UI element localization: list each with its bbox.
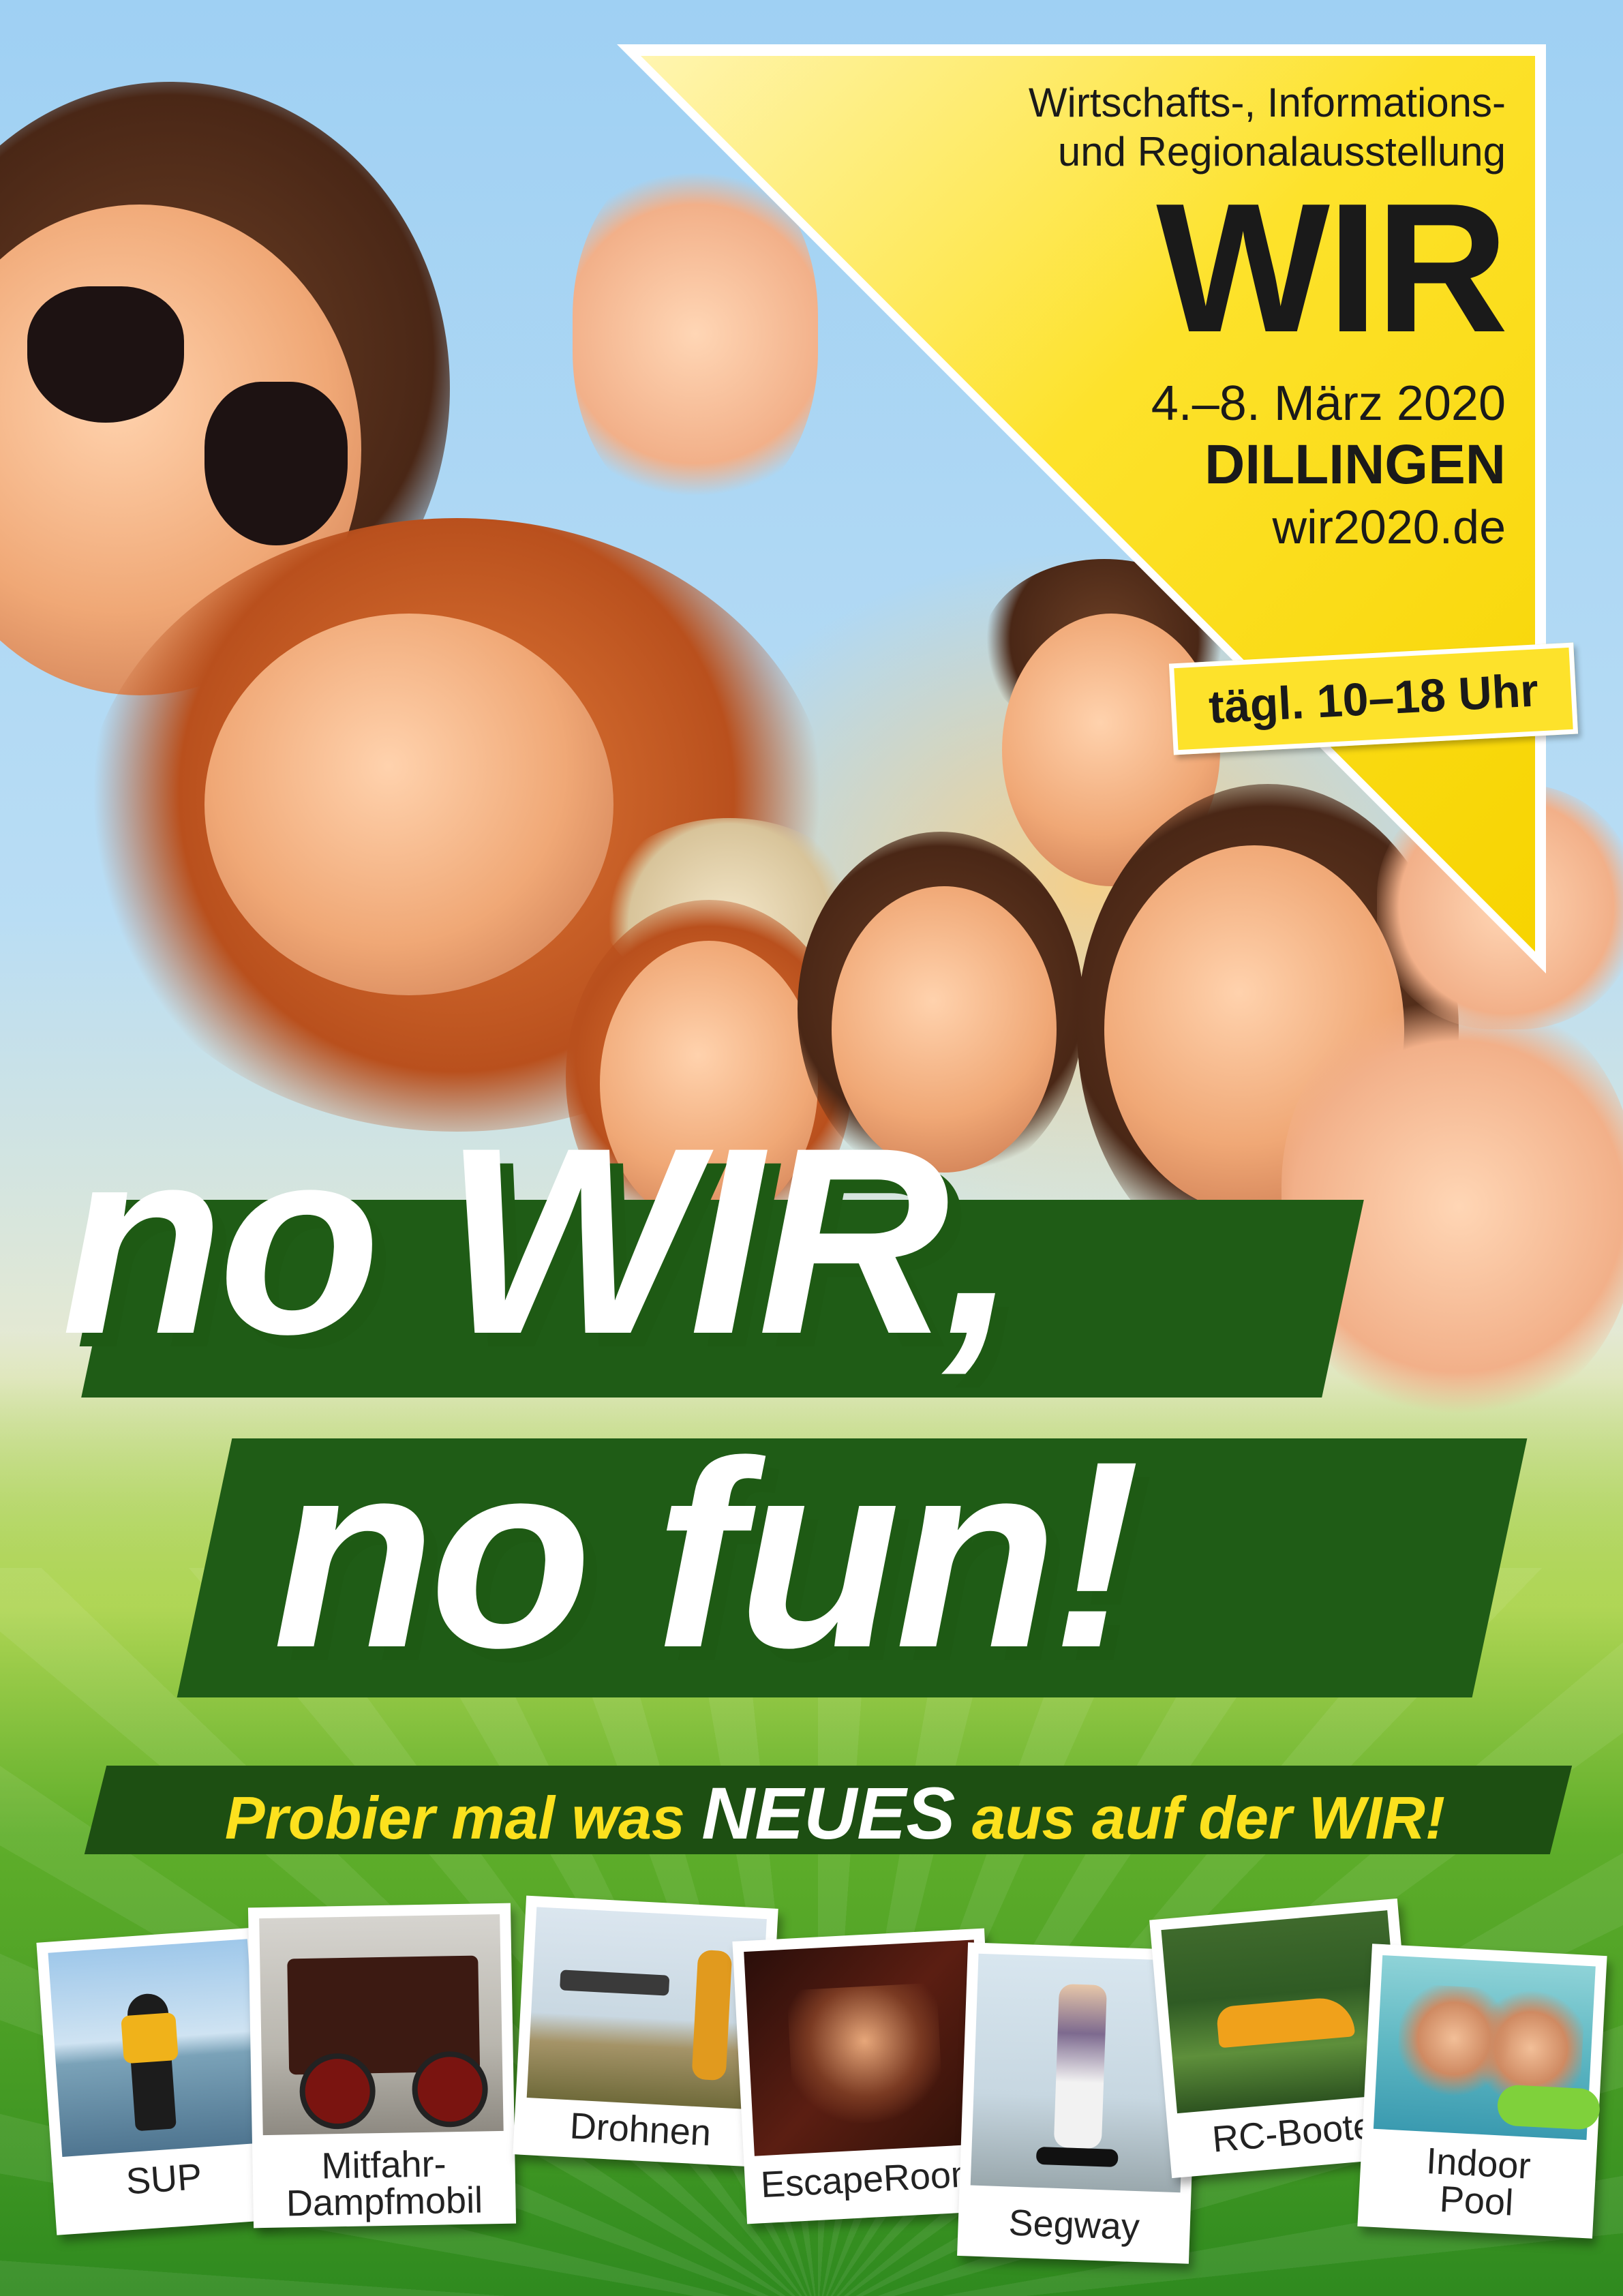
badge-content: Wirtschafts-, Informations- und Regional… [1028, 78, 1508, 557]
photo-escaperoom [744, 1939, 985, 2156]
wheel [411, 2051, 489, 2128]
caption-drohnen: Drohnen [568, 2105, 712, 2154]
polaroid-dampfmobil: Mitfahr- Dampfmobil [247, 1903, 517, 2229]
wheel [299, 2053, 376, 2130]
person-figure [691, 1949, 733, 2081]
tagline: Probier mal was NEUES aus auf der WIR! [119, 1772, 1551, 1854]
pool-float [1496, 2084, 1601, 2131]
rc-boat [1215, 1995, 1356, 2049]
polaroid-indoor-pool: Indoor Pool [1357, 1944, 1607, 2239]
caption-dampfmobil-2: Dampfmobil [286, 2179, 483, 2224]
tagline-part-2: aus auf der WIR! [955, 1784, 1446, 1852]
photo-dampfmobil [259, 1914, 504, 2136]
polaroid-sup: SUP [36, 1927, 278, 2235]
segway-board [1035, 2146, 1119, 2168]
photo-drohnen [526, 1907, 767, 2110]
photo-indoor-pool [1373, 1955, 1601, 2141]
rider [1053, 1983, 1108, 2149]
caption-sup: SUP [125, 2156, 204, 2203]
polaroid-escaperoom: EscapeRoom [732, 1928, 999, 2224]
photo-sup [48, 1939, 262, 2157]
life-vest [121, 2012, 179, 2064]
tagline-part-1: Probier mal was [224, 1784, 702, 1852]
drone [560, 1969, 670, 1996]
headline-line-1: no WIR, [61, 1092, 1018, 1389]
event-city: DILLINGEN [1204, 434, 1506, 496]
headline-line-2: no fun! [273, 1406, 1140, 1703]
event-website[interactable]: wir2020.de [1029, 497, 1506, 557]
badge-title: WIR [1156, 166, 1508, 371]
event-date: 4.–8. März 2020 [1151, 376, 1506, 431]
badge-subtitle-1: Wirtschafts-, Informations- [1028, 80, 1506, 125]
caption-segway: Segway [1007, 2202, 1140, 2248]
people-figures [787, 1982, 944, 2127]
tagline-emphasis: NEUES [701, 1772, 956, 1854]
